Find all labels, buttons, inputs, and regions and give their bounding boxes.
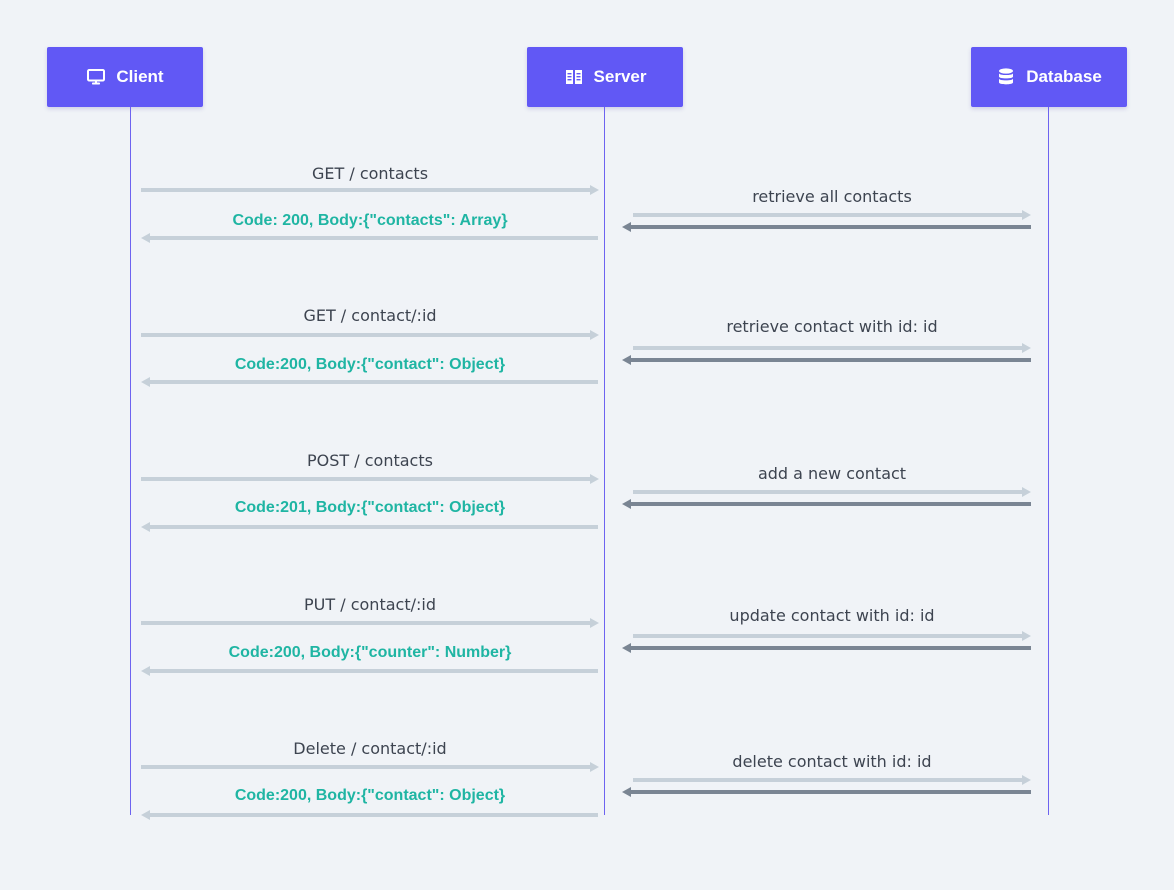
request-label: GET / contacts xyxy=(311,164,429,183)
db-action-label: delete contact with id: id xyxy=(732,752,932,771)
response-arrow xyxy=(141,233,598,243)
request-label: Delete / contact/:id xyxy=(293,739,447,758)
request-label: GET / contact/:id xyxy=(303,306,437,325)
db-return-arrow xyxy=(622,222,1031,232)
response-arrow xyxy=(141,666,598,676)
db-request-arrow xyxy=(633,775,1031,785)
response-label: Code:200, Body:{"contact": Object} xyxy=(234,356,506,373)
request-arrow xyxy=(141,185,599,195)
request-arrow xyxy=(141,618,599,628)
response-arrow xyxy=(141,522,598,532)
db-request-arrow xyxy=(633,343,1031,353)
db-action-label: add a new contact xyxy=(757,464,907,483)
request-label: POST / contacts xyxy=(307,451,433,470)
response-label: Code:200, Body:{"contact": Object} xyxy=(234,787,506,804)
db-return-arrow xyxy=(622,787,1031,797)
request-arrow xyxy=(141,330,599,340)
response-arrow xyxy=(141,810,598,820)
db-request-arrow xyxy=(633,487,1031,497)
db-return-arrow xyxy=(622,355,1031,365)
db-request-arrow xyxy=(633,631,1031,641)
response-label: Code:200, Body:{"counter": Number} xyxy=(228,644,512,661)
request-label: PUT / contact/:id xyxy=(304,595,436,614)
db-request-arrow xyxy=(633,210,1031,220)
db-action-label: retrieve contact with id: id xyxy=(726,317,938,336)
response-label: Code:201, Body:{"contact": Object} xyxy=(234,499,506,516)
response-label: Code: 200, Body:{"contacts": Array} xyxy=(232,212,508,229)
request-arrow xyxy=(141,762,599,772)
request-arrow xyxy=(141,474,599,484)
db-return-arrow xyxy=(622,499,1031,509)
response-arrow xyxy=(141,377,598,387)
db-action-label: retrieve all contacts xyxy=(752,187,912,206)
db-return-arrow xyxy=(622,643,1031,653)
db-action-label: update contact with id: id xyxy=(729,606,935,625)
